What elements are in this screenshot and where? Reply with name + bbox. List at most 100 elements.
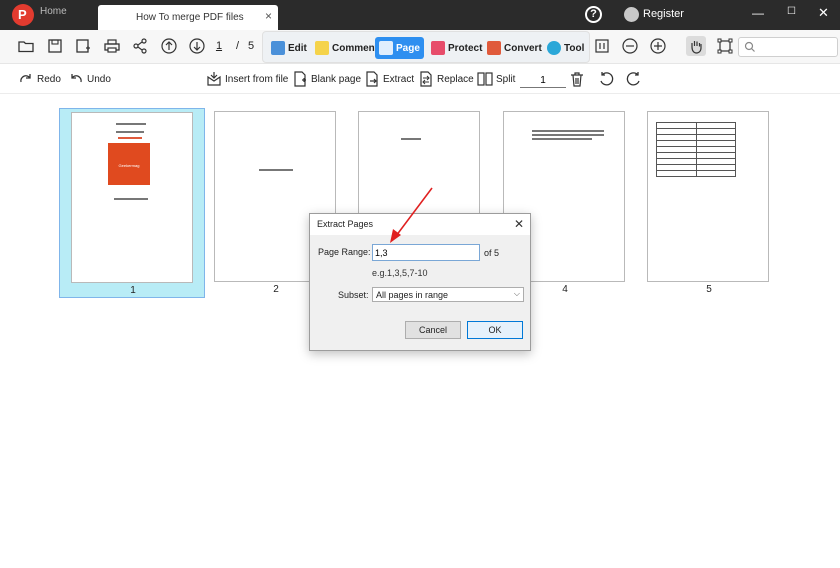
tab-page[interactable]: Page	[375, 37, 424, 59]
tab-edit-label: Edit	[288, 42, 307, 54]
cover-image: Geekermag	[108, 143, 150, 185]
mode-tabs: Edit Comment Page Protect Convert Tool	[262, 31, 590, 63]
page-separator: /	[236, 40, 240, 52]
user-avatar-icon[interactable]	[624, 7, 639, 22]
extract-label: Extract	[383, 73, 415, 85]
tab-home[interactable]: Home	[40, 6, 67, 17]
text-line	[114, 198, 148, 200]
cover-text: Geekermag	[118, 163, 140, 168]
main-toolbar: 1 / 5 Edit Comment Page Protect Convert …	[0, 30, 840, 64]
split-label: Split	[496, 73, 516, 85]
register-link[interactable]: Register	[643, 8, 684, 20]
page-thumbnail-1[interactable]: Geekermag 1	[59, 108, 205, 298]
close-tab-icon[interactable]: ×	[265, 9, 272, 23]
previous-page-icon[interactable]	[159, 36, 179, 56]
close-window-icon[interactable]: ✕	[818, 5, 832, 21]
extract-icon	[366, 71, 378, 87]
extract-button[interactable]: Extract	[364, 70, 414, 88]
subset-dropdown[interactable]: All pages in range ⌵	[372, 287, 524, 302]
zoom-in-icon[interactable]	[648, 36, 668, 56]
cancel-button[interactable]: Cancel	[405, 321, 461, 339]
hand-tool-icon[interactable]	[686, 36, 706, 56]
comment-icon	[315, 41, 329, 55]
tab-edit[interactable]: Edit	[267, 37, 311, 59]
blank-page-button[interactable]: Blank page	[292, 70, 361, 88]
page-range-input[interactable]	[372, 244, 480, 261]
tab-comment-label: Comment	[332, 42, 379, 54]
text-line	[532, 130, 604, 132]
zoom-out-icon[interactable]	[620, 36, 640, 56]
rotate-left-button[interactable]	[598, 70, 614, 88]
text-line	[401, 138, 421, 140]
edit-icon	[271, 41, 285, 55]
total-pages: 5	[248, 40, 255, 52]
dialog-close-icon[interactable]: ✕	[514, 217, 524, 231]
tab-convert-label: Convert	[504, 42, 542, 54]
text-line	[116, 131, 144, 133]
insert-from-file-label: Insert from file	[225, 73, 289, 85]
subset-selected-value: All pages in range	[376, 290, 449, 300]
rotate-right-button[interactable]	[626, 70, 642, 88]
save-as-icon[interactable]	[73, 36, 93, 56]
page-number-label: 1	[130, 285, 136, 296]
page-range-label: Page Range:	[318, 247, 371, 257]
page-range-hint: e.g.1,3,5,7-10	[372, 268, 428, 278]
tab-comment[interactable]: Comment	[311, 37, 382, 59]
tab-protect[interactable]: Protect	[427, 37, 486, 59]
search-icon	[744, 41, 755, 52]
save-icon[interactable]	[45, 36, 65, 56]
replace-button[interactable]: Replace	[418, 70, 474, 88]
minimize-window-icon[interactable]: —	[752, 6, 766, 20]
chevron-down-icon: ⌵	[513, 289, 520, 298]
page-thumbnail-5[interactable]: 5	[636, 108, 782, 298]
share-icon[interactable]	[130, 36, 150, 56]
undo-label: Undo	[87, 73, 111, 85]
delete-page-button[interactable]	[569, 70, 585, 88]
redo-label: Redo	[37, 73, 61, 85]
select-tool-icon[interactable]	[715, 36, 735, 56]
pdf-editor-app: P Home How To merge PDF files × ? Regist…	[0, 0, 840, 568]
page-preview: Geekermag	[71, 112, 193, 283]
print-icon[interactable]	[102, 36, 122, 56]
page-range-total: of 5	[484, 248, 500, 258]
dialog-title-bar: Extract Pages ✕	[310, 214, 530, 235]
redo-icon	[20, 74, 31, 83]
text-line	[532, 138, 592, 140]
search-input[interactable]	[738, 37, 838, 57]
insert-from-file-button[interactable]: Insert from file	[206, 70, 288, 88]
split-icon	[477, 72, 493, 86]
blank-page-icon	[294, 71, 306, 87]
split-button[interactable]: Split	[477, 70, 515, 88]
undo-button[interactable]: Undo	[68, 70, 111, 88]
extract-pages-dialog: Extract Pages ✕ Page Range: of 5 e.g.1,3…	[309, 213, 531, 351]
protect-icon	[431, 41, 445, 55]
document-tab-title: How To merge PDF files	[136, 12, 244, 23]
tool-icon	[547, 41, 561, 55]
current-page-input[interactable]: 1	[213, 40, 225, 52]
maximize-window-icon[interactable]: ☐	[787, 6, 801, 17]
tab-tool[interactable]: Tool	[543, 37, 588, 59]
fit-page-icon[interactable]	[592, 36, 612, 56]
page-number-label: 5	[706, 284, 712, 295]
text-line	[118, 137, 142, 139]
blank-page-label: Blank page	[311, 73, 362, 85]
text-line	[259, 169, 293, 171]
trash-icon	[571, 72, 583, 87]
mini-table	[656, 122, 736, 177]
subset-label: Subset:	[338, 290, 369, 300]
dialog-title: Extract Pages	[317, 219, 374, 229]
tab-tool-label: Tool	[564, 42, 585, 54]
logo-letter: P	[18, 7, 27, 22]
help-icon[interactable]: ?	[585, 6, 602, 23]
page-toolbar: Redo Undo Insert from file Blank page Ex…	[0, 64, 840, 94]
rotate-left-icon	[600, 72, 614, 86]
tab-convert[interactable]: Convert	[483, 37, 546, 59]
split-page-input[interactable]	[520, 74, 566, 88]
ok-button[interactable]: OK	[467, 321, 523, 339]
redo-button[interactable]: Redo	[18, 70, 61, 88]
title-bar: P Home How To merge PDF files × ? Regist…	[0, 0, 840, 30]
next-page-icon[interactable]	[187, 36, 207, 56]
convert-icon	[487, 41, 501, 55]
open-folder-icon[interactable]	[16, 36, 36, 56]
tab-document[interactable]: How To merge PDF files ×	[98, 5, 278, 30]
